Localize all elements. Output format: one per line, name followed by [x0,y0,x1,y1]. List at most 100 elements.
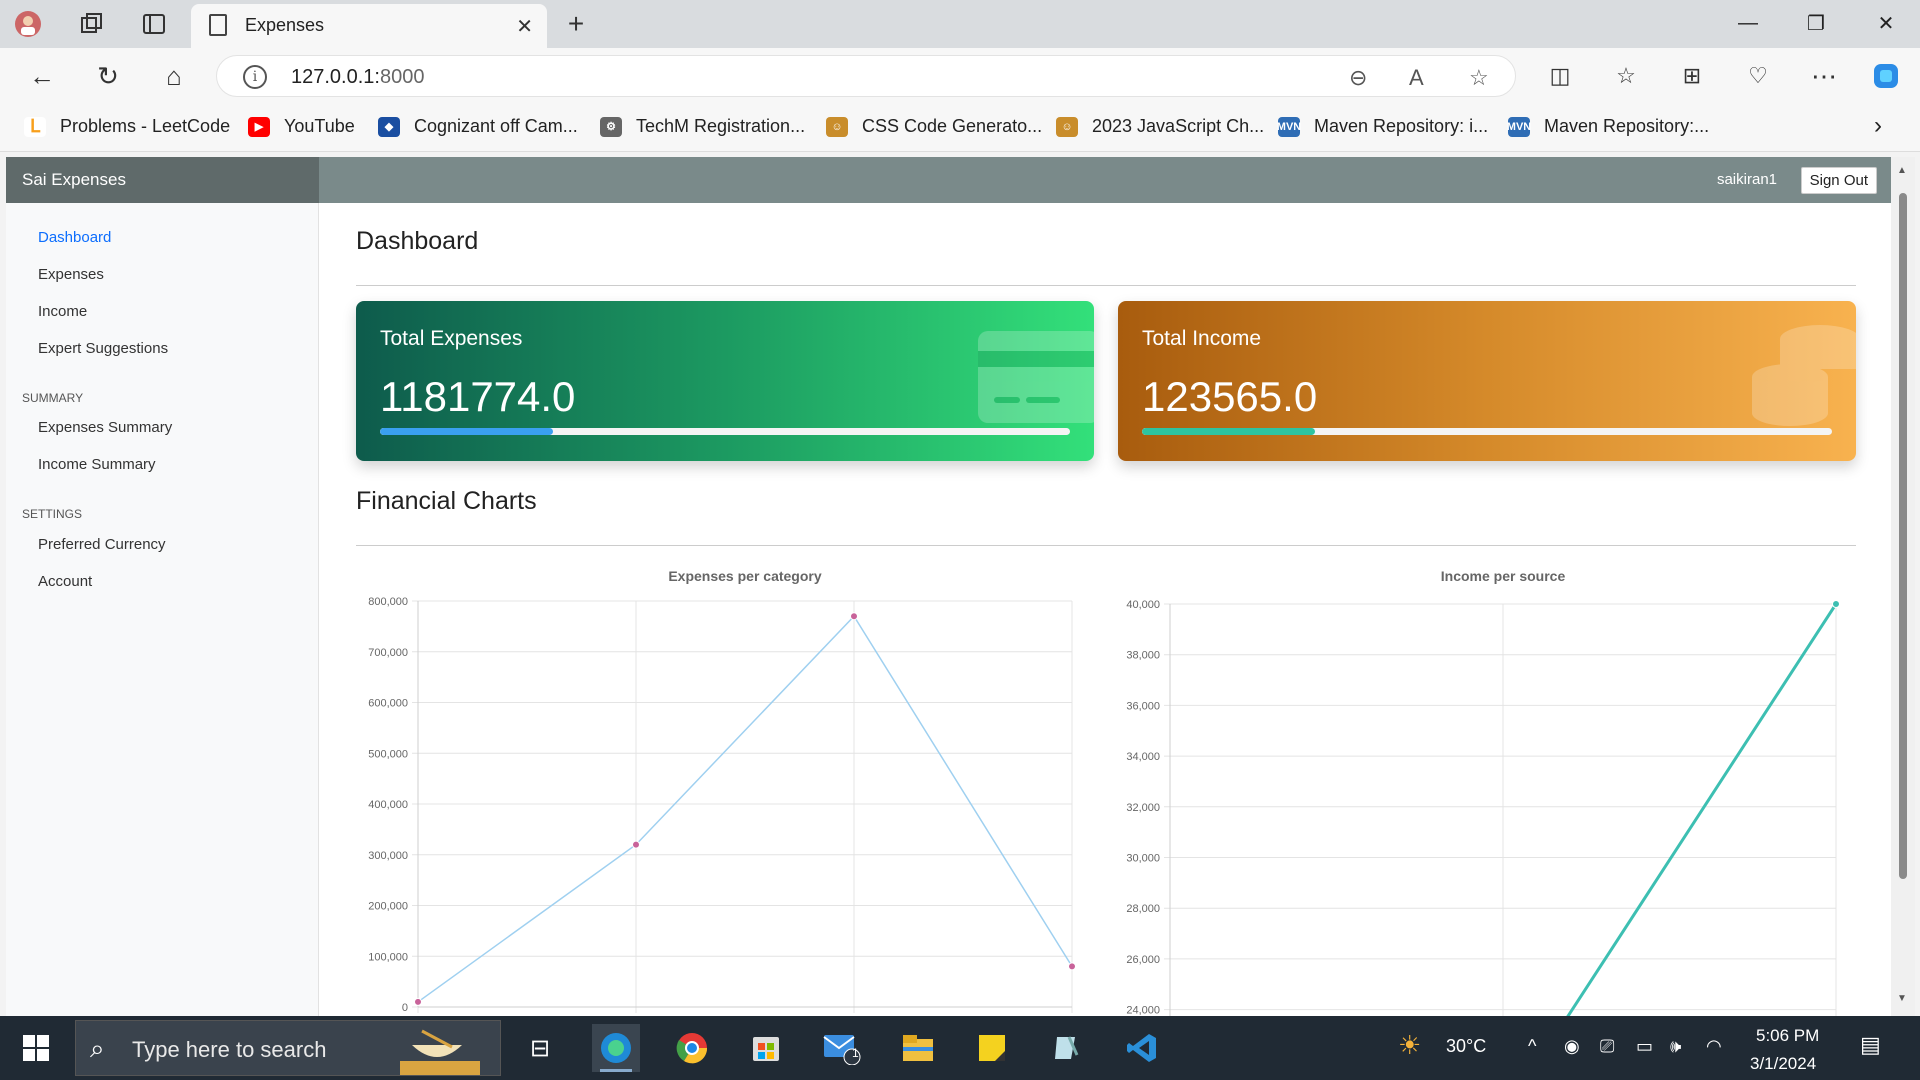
clock-date[interactable]: 3/1/2024 [1750,1054,1816,1074]
site-info-icon[interactable]: i [243,65,267,89]
notepad-app-icon[interactable] [1042,1024,1090,1072]
total-income-value: 123565.0 [1142,373,1318,420]
meet-now-icon[interactable]: ⎚ [1600,1036,1614,1057]
url-text: 127.0.0.1:8000 [291,66,425,88]
notifications-icon[interactable]: ▤ [1860,1032,1881,1058]
wifi-icon[interactable]: ◠ [1706,1036,1722,1057]
financial-charts-title: Financial Charts [356,487,537,515]
sidebar-item-income-summary[interactable]: Income Summary [38,456,156,473]
page-viewport: Sai Expenses saikiran1 Sign Out Dashboar… [6,157,1891,1016]
refresh-icon[interactable]: ↻ [92,60,124,92]
battery-icon[interactable]: ▭ [1636,1036,1653,1057]
task-view-icon[interactable]: ⊟ [516,1024,564,1072]
username-label: saikiran1 [1716,171,1777,188]
temperature-label[interactable]: 30°C [1446,1036,1486,1057]
zoom-icon[interactable]: ⊖ [1349,65,1367,91]
mail-badge: 1 [852,1046,859,1060]
browser-essentials-icon[interactable]: ♡ [1742,60,1774,92]
profile-avatar-icon[interactable] [14,10,42,38]
y-tick-label: 26,000 [1126,954,1160,966]
sidebar-item-income[interactable]: Income [38,303,87,320]
sign-out-button[interactable]: Sign Out [1800,167,1877,194]
chrome-taskbar-icon[interactable] [668,1024,716,1072]
expenses-progress-fill [380,428,553,435]
bookmarks-more-chevron-icon[interactable]: › [1874,112,1882,140]
bookmark-css-generator[interactable]: ☺ CSS Code Generato... [826,116,1042,137]
search-icon: ⌕ [90,1033,105,1063]
y-tick-label: 700,000 [368,647,408,659]
y-tick-label: 300,000 [368,850,408,862]
windows-taskbar: ⌕ Type here to search ⊟ 1 ☀ 30°C ^ ◉ ⎚ ▭… [0,1016,1920,1080]
address-bar[interactable]: i 127.0.0.1:8000 ⊖ A ☆ [216,55,1516,97]
scroll-down-icon[interactable]: ▼ [1897,993,1907,1004]
chart-title: Income per source [1441,568,1566,584]
y-tick-label: 200,000 [368,901,408,913]
split-screen-icon[interactable]: ◫ [1544,60,1576,92]
data-point [414,997,422,1006]
sidebar-item-expenses-summary[interactable]: Expenses Summary [38,419,172,436]
y-tick-label: 38,000 [1126,650,1160,662]
taskbar-search-box[interactable]: ⌕ Type here to search [75,1020,501,1076]
y-tick-label: 24,000 [1126,1005,1160,1016]
more-icon[interactable]: ⋯ [1808,60,1840,92]
app-header: Sai Expenses saikiran1 Sign Out [6,157,1891,203]
collections-icon[interactable]: ⊞ [1676,60,1708,92]
sidebar-item-preferred-currency[interactable]: Preferred Currency [38,536,166,553]
microsoft-store-icon[interactable] [742,1024,790,1072]
back-icon[interactable]: ← [26,60,58,92]
scroll-up-icon[interactable]: ▲ [1897,165,1907,176]
edge-taskbar-icon[interactable] [592,1024,640,1072]
bookmark-youtube[interactable]: ▶ YouTube [248,116,355,137]
sidebar-item-dashboard[interactable]: Dashboard [38,229,111,246]
collections-icon[interactable] [78,10,106,38]
y-tick-label: 34,000 [1126,751,1160,763]
sidebar-item-expert-suggestions[interactable]: Expert Suggestions [38,340,168,357]
sidebar-item-account[interactable]: Account [38,573,92,590]
data-point [632,840,640,849]
windows-start-icon[interactable] [12,1024,60,1072]
new-tab-icon[interactable]: + [562,8,590,39]
mail-icon[interactable]: 1 [818,1024,866,1072]
bookmark-maven-1[interactable]: MVN Maven Repository: i... [1277,116,1488,137]
active-tab[interactable]: Expenses ✕ [191,4,547,48]
main-content: Dashboard Total Expenses 1181774.0 Total… [356,203,1856,1016]
favorite-star-icon[interactable]: ☆ [1469,65,1489,91]
vscode-icon[interactable] [1118,1024,1166,1072]
data-point [850,612,858,621]
copilot-icon[interactable] [1870,60,1902,92]
close-window-icon[interactable]: ✕ [1866,8,1906,38]
data-point [1832,600,1840,608]
bookmark-javascript[interactable]: ☺ 2023 JavaScript Ch... [1056,116,1264,137]
income-per-source-chart: Income per source22,00024,00026,00028,00… [1126,568,1840,1016]
scroll-thumb[interactable] [1899,193,1907,879]
vertical-tabs-icon[interactable] [140,10,168,38]
volume-icon[interactable]: 🕪 [1670,1036,1681,1057]
sidebar-item-expenses[interactable]: Expenses [38,266,104,283]
bookmark-cognizant[interactable]: ◆ Cognizant off Cam... [378,116,578,137]
file-explorer-icon[interactable] [894,1024,942,1072]
active-app-indicator [600,1069,632,1072]
close-tab-icon[interactable]: ✕ [516,14,533,39]
favorites-icon[interactable]: ☆ [1610,60,1642,92]
income-progress-track [1142,428,1832,435]
data-point [1068,962,1076,971]
restore-icon[interactable]: ❐ [1796,8,1836,38]
y-tick-label: 500,000 [368,748,408,760]
brand-name[interactable]: Sai Expenses [6,157,319,203]
page-scrollbar[interactable]: ▲ ▼ [1891,157,1915,1016]
clock-time[interactable]: 5:06 PM [1756,1026,1819,1046]
show-hidden-icons-chevron-icon[interactable]: ^ [1528,1036,1536,1057]
javascript-icon: ☺ [1056,116,1078,137]
css-generator-icon: ☺ [826,116,848,137]
weather-icon[interactable]: ☀ [1398,1030,1421,1061]
sticky-notes-icon[interactable] [968,1024,1016,1072]
bookmark-leetcode[interactable]: ᒪ Problems - LeetCode [24,116,230,137]
read-aloud-icon[interactable]: A [1409,65,1424,91]
minimize-icon[interactable]: — [1728,8,1768,38]
home-icon[interactable]: ⌂ [158,60,190,92]
y-tick-label: 28,000 [1126,903,1160,915]
bookmark-techm[interactable]: ⚙ TechM Registration... [600,116,805,137]
recording-icon[interactable]: ◉ [1564,1036,1580,1057]
leetcode-icon: ᒪ [24,116,46,137]
bookmark-maven-2[interactable]: MVN Maven Repository:... [1507,116,1709,137]
